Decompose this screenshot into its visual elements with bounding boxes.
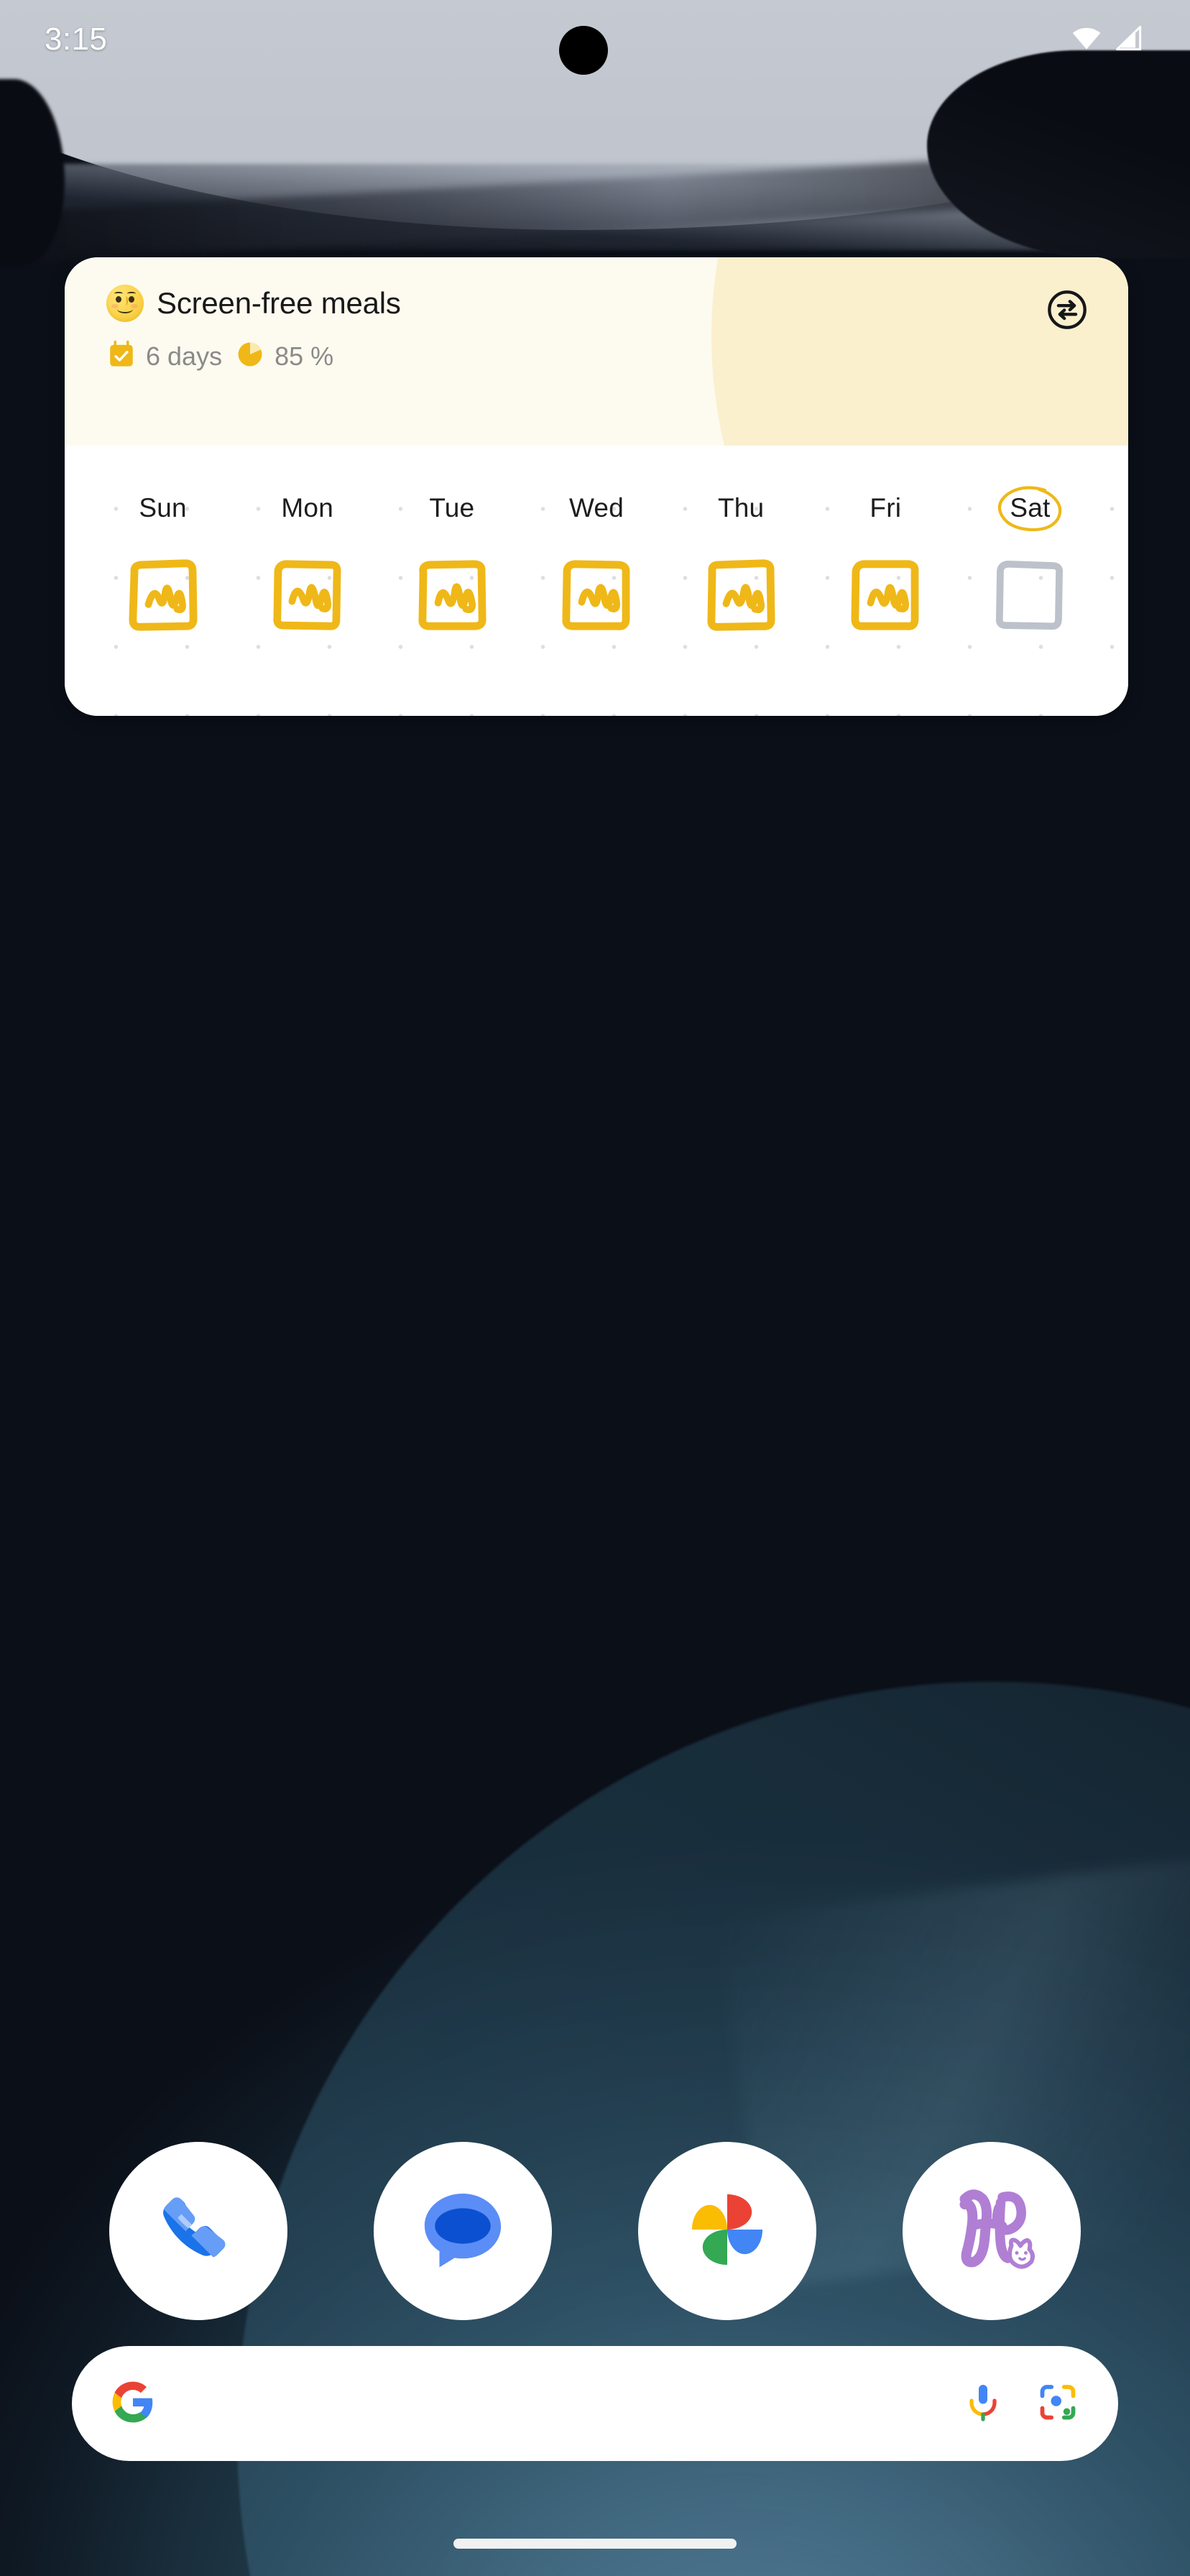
day-label-sat: Sat [1010, 493, 1051, 523]
day-label-tue: Tue [429, 493, 475, 523]
widget-title-row: Screen-free meals [106, 285, 1128, 322]
habit-checkbox-sun[interactable] [124, 556, 202, 634]
phone-icon [144, 2176, 252, 2287]
dock [0, 2142, 1190, 2320]
habit-tracker-widget[interactable]: Screen-free meals 6 days 85 % Sun Mon Tu… [65, 257, 1128, 716]
day-column-tue[interactable]: Tue [379, 446, 524, 716]
pie-chart-icon [235, 339, 265, 373]
habit-checkbox-fri[interactable] [847, 556, 924, 634]
stat-completion-value: 85 % [275, 341, 334, 371]
dock-item-messages[interactable] [374, 2142, 552, 2320]
day-column-sun[interactable]: Sun [91, 446, 235, 716]
day-column-wed[interactable]: Wed [524, 446, 668, 716]
dock-item-phone[interactable] [109, 2142, 287, 2320]
day-column-mon[interactable]: Mon [235, 446, 379, 716]
stat-completion: 85 % [235, 339, 333, 373]
status-time: 3:15 [45, 22, 108, 57]
day-label-wed: Wed [568, 493, 624, 523]
search-actions [961, 2380, 1079, 2427]
smiley-face-emoji [106, 285, 144, 322]
habit-checkbox-tue[interactable] [413, 556, 491, 634]
day-label-mon: Mon [281, 493, 333, 523]
swap-arrows-icon[interactable] [1046, 289, 1088, 331]
search-input[interactable] [175, 2387, 941, 2420]
wifi-icon [1071, 22, 1102, 58]
widget-header: Screen-free meals 6 days 85 % [65, 257, 1128, 446]
camera-punch-hole [559, 26, 608, 75]
day-label-wrap-tue: Tue [405, 486, 499, 530]
day-columns: Sun Mon Tue Wed Thu Fri Sat [65, 446, 1128, 716]
stat-streak-value: 6 days [146, 341, 223, 371]
day-column-thu[interactable]: Thu [669, 446, 813, 716]
microphone-icon[interactable] [961, 2380, 1005, 2427]
day-label-wrap-mon: Mon [261, 486, 354, 530]
day-label-wrap-thu: Thu [694, 486, 788, 530]
dock-item-habitica[interactable] [903, 2142, 1081, 2320]
day-label-wrap-sun: Sun [116, 486, 210, 530]
day-label-wrap-sat: Sat [983, 486, 1076, 532]
habit-checkbox-sat[interactable] [991, 556, 1069, 634]
home-screen: 3:15 Screen-free meals 6 days 85 % Sun M… [0, 0, 1190, 2576]
day-label-thu: Thu [717, 493, 765, 523]
day-label-wrap-fri: Fri [839, 486, 932, 530]
google-g-icon [111, 2380, 155, 2428]
gesture-handle[interactable] [453, 2539, 737, 2549]
cellular-signal-icon [1114, 22, 1145, 58]
habit-checkbox-mon[interactable] [269, 556, 346, 634]
photos-icon [673, 2175, 782, 2288]
day-column-fri[interactable]: Fri [813, 446, 958, 716]
messages-icon [409, 2176, 517, 2287]
widget-header-content: Screen-free meals 6 days 85 % [65, 257, 1128, 373]
habit-checkbox-wed[interactable] [558, 556, 635, 634]
widget-days-grid: Sun Mon Tue Wed Thu Fri Sat [65, 446, 1128, 716]
habit-checkbox-thu[interactable] [702, 556, 780, 634]
calendar-check-icon [106, 339, 137, 373]
widget-title: Screen-free meals [157, 286, 401, 320]
google-search-bar[interactable] [72, 2346, 1118, 2461]
day-label-sun: Sun [139, 493, 187, 523]
dock-item-photos[interactable] [638, 2142, 816, 2320]
day-label-fri: Fri [870, 493, 902, 523]
habitica-icon [934, 2172, 1049, 2291]
day-label-wrap-wed: Wed [550, 486, 643, 530]
google-lens-icon[interactable] [1036, 2380, 1079, 2427]
day-column-sat[interactable]: Sat [958, 446, 1102, 716]
widget-stats-row: 6 days 85 % [106, 339, 1128, 373]
status-icons [1071, 22, 1145, 58]
stat-streak: 6 days [106, 339, 222, 373]
